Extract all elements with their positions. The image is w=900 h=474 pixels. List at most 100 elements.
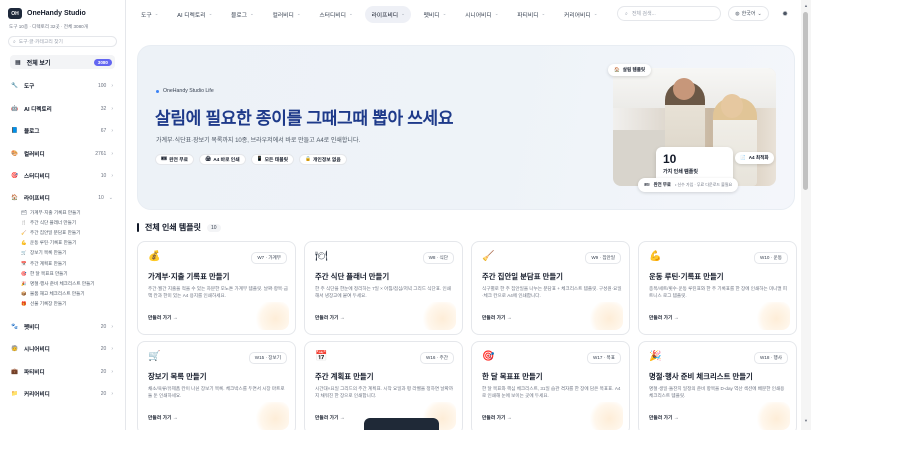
- card-title: 한 달 목표표 만들기: [482, 372, 543, 381]
- senior-icon: 🧓: [11, 346, 18, 353]
- chevron-down-icon: ⌄: [593, 11, 598, 16]
- sidebar-subitem[interactable]: 🛒 장보기 목록 만들기: [0, 248, 125, 258]
- card-tag: W7 · 가계부: [251, 252, 287, 264]
- chip-label: 완전 무료: [169, 158, 189, 163]
- chevron-right-icon: ›: [111, 83, 113, 90]
- sidebar-subitem[interactable]: 🗂 가계부·지출 기록표 만들기: [0, 208, 125, 218]
- scrollbar-thumb[interactable]: [803, 12, 808, 190]
- broom-icon: 🧹: [21, 229, 27, 235]
- nav-item-label: 도구: [141, 12, 152, 19]
- target-icon: 🎯: [482, 351, 495, 362]
- sidebar-subitem-label: 장보기 목록 만들기: [30, 250, 67, 256]
- printer-icon: 🖨: [205, 157, 212, 162]
- target-icon: 🎯: [11, 173, 18, 180]
- nav-item-life[interactable]: 라이프비디 ⌄: [365, 5, 411, 23]
- house-icon: 🏠: [11, 194, 18, 201]
- nav-item-label: 컬러비디: [272, 12, 294, 19]
- card-link[interactable]: 만들러 가기 →: [148, 314, 178, 321]
- card-tag: W18 · 행사: [754, 352, 788, 364]
- sidebar-item-ai-directory[interactable]: 🤖 AI 디렉토리 32 ›: [0, 98, 125, 121]
- sidebar-item-color[interactable]: 🎨 컬러비디 2761 ›: [0, 143, 125, 166]
- card-link[interactable]: 만들러 가기 →: [315, 414, 345, 421]
- language-select[interactable]: ◍ 한국어 ⌄: [728, 6, 769, 21]
- template-card[interactable]: 🎉 W18 · 행사 명절·행사 준비 체크리스트 만들기 명절·생일·돌잔치 …: [638, 341, 797, 435]
- nav-item-senior[interactable]: 시니어비디 ⌄: [459, 6, 504, 23]
- sidebar-subitem-label: 가계부·지출 기록표 만들기: [30, 209, 81, 215]
- global-search-input[interactable]: ⌕ 전체 검색...: [617, 6, 721, 21]
- sidebar-item-life[interactable]: 🏠 라이프비디 10 ⌄: [0, 188, 125, 208]
- sidebar-item-senior[interactable]: 🧓 시니어비디 20 ›: [0, 338, 125, 361]
- search-icon: ⌕: [13, 39, 16, 45]
- scroll-down-icon[interactable]: ▼: [804, 418, 808, 423]
- calendar-icon: 📅: [315, 351, 328, 362]
- gift-icon: 🎁: [21, 301, 27, 307]
- sidebar-item-count: 67: [100, 128, 107, 135]
- chevron-down-icon: ⌄: [541, 11, 546, 16]
- chip-print: 🖨 A4 바로 인쇄: [199, 154, 246, 165]
- sidebar-item-count: 20: [100, 346, 107, 353]
- card-link[interactable]: 만들러 가기 →: [649, 414, 679, 421]
- theme-toggle-sun-icon[interactable]: ✹: [778, 6, 792, 21]
- scrollbar[interactable]: ▲ ▼: [801, 0, 811, 430]
- sidebar-subitem[interactable]: 🍴 주간 식단 플래너 만들기: [0, 218, 125, 228]
- sidebar-subitem-label: 주간 계획표 만들기: [30, 260, 67, 266]
- nav-item-label: 커리어비디: [564, 12, 591, 19]
- card-tag: W15 · 장보기: [248, 352, 287, 364]
- target-icon: 🎯: [21, 270, 27, 276]
- section-bar: [137, 223, 139, 232]
- wrench-icon: 🔧: [11, 83, 18, 90]
- section-title: 전체 인쇄 템플릿 10: [137, 222, 221, 233]
- book-icon: 📘: [11, 128, 18, 135]
- language-label: 한국어: [741, 11, 756, 17]
- nav-item-pet[interactable]: 펫비디 ⌄: [418, 6, 453, 23]
- nav-item-party[interactable]: 파티비디 ⌄: [511, 6, 551, 23]
- sidebar-search-placeholder: 도구·글·카테고리 찾기: [18, 40, 63, 45]
- sidebar-subitem[interactable]: 📅 주간 계획표 만들기: [0, 258, 125, 268]
- nav-item-career[interactable]: 커리어비디 ⌄: [558, 6, 603, 23]
- briefcase-icon: 💼: [11, 368, 18, 375]
- nav-item-study[interactable]: 스터디비디 ⌄: [313, 6, 358, 23]
- chevron-down-icon: ⌄: [348, 11, 353, 16]
- scroll-up-icon[interactable]: ▲: [804, 3, 808, 8]
- nav-item-ai-directory[interactable]: AI 디렉토리 ⌄: [171, 6, 218, 23]
- chevron-down-icon: ⌄: [108, 194, 113, 201]
- ledger-icon: 🗂: [21, 209, 27, 215]
- badge-a4: 📄 A4 최적화: [735, 152, 774, 164]
- sidebar-subitem[interactable]: 🎯 한 달 목표표 만들기: [0, 269, 125, 279]
- sidebar-item-party[interactable]: 💼 파티비디 20 ›: [0, 360, 125, 383]
- sidebar-subitem[interactable]: 🎁 선물 기록장 만들기: [0, 299, 125, 309]
- card-link[interactable]: 만들러 가기 →: [315, 314, 345, 321]
- nav-item-label: 펫비디: [423, 12, 440, 19]
- card-link[interactable]: 만들러 가기 →: [649, 314, 679, 321]
- sidebar-subitem[interactable]: 💪 운동 루틴·기록표 만들기: [0, 238, 125, 248]
- card-description: 종목/세트/횟수·운동 루틴표와 한 주 기록표를 한 장에 인쇄하는 미니멀 …: [649, 286, 788, 298]
- sidebar-item-all[interactable]: ▦ 전체 보기 3080: [10, 55, 115, 69]
- card-link[interactable]: 만들러 가기 →: [482, 314, 512, 321]
- sidebar-item-tools[interactable]: 🔧 도구 100 ›: [0, 75, 125, 98]
- sidebar-item-study[interactable]: 🎯 스터디비디 10 ›: [0, 165, 125, 188]
- sidebar-subitem[interactable]: 📦 물품 재고 체크리스트 만들기: [0, 289, 125, 299]
- template-card[interactable]: 💪 W10 · 운동 운동 루틴·기록표 만들기 종목/세트/횟수·운동 루틴표…: [638, 241, 797, 335]
- card-link[interactable]: 만들러 가기 →: [482, 414, 512, 421]
- sidebar-search-input[interactable]: ⌕ 도구·글·카테고리 찾기: [8, 36, 117, 47]
- nav-item-color[interactable]: 컬러비디 ⌄: [267, 6, 307, 23]
- sidebar-item-pet[interactable]: 🐾 펫비디 20 ›: [0, 315, 125, 338]
- sidebar-item-career[interactable]: 📁 커리어비디 20 ›: [0, 383, 125, 406]
- nav-item-blog[interactable]: 블로그 ⌄: [225, 6, 260, 23]
- hero-chips: 🎟 완전 무료 🖨 A4 바로 인쇄 📱 모든 태블릿 🔒 개인정보 없음: [155, 154, 347, 165]
- sidebar-item-blog[interactable]: 📘 블로그 67 ›: [0, 120, 125, 143]
- template-card[interactable]: 🧹 W9 · 집안일 주간 집안일 분담표 만들기 식구별로 한 주 집안일을 …: [471, 241, 630, 335]
- hero-title: 살림에 필요한 종이를 그때그때 뽑아 쓰세요: [155, 109, 454, 128]
- template-card[interactable]: 🍽 W8 · 식단 주간 식단 플래너 만들기 한 주 식단을 한눈에 정리하는…: [304, 241, 463, 335]
- nav-item-tools[interactable]: 도구 ⌄: [135, 6, 164, 23]
- brand[interactable]: OH OneHandy Studio: [0, 0, 125, 22]
- template-card[interactable]: 🛒 W15 · 장보기 장보기 목록 만들기 채소/육류/유제품 칸이 나뉜 장…: [137, 341, 296, 435]
- chevron-down-icon: ⌄: [401, 11, 405, 16]
- sidebar: OH OneHandy Studio 도구 10종 · 디렉토리 32곳 · 전…: [0, 0, 126, 430]
- template-card[interactable]: 🎯 W17 · 목표 한 달 목표표 만들기 한 달 목표와 핵심 체크리스트,…: [471, 341, 630, 435]
- sidebar-subitem[interactable]: 🧹 주간 집안일 분담표 만들기: [0, 228, 125, 238]
- card-link[interactable]: 만들러 가기 →: [148, 414, 178, 421]
- template-card[interactable]: 💰 W7 · 가계부 가계부·지출 기록표 만들기 주간·월간 지출을 적을 수…: [137, 241, 296, 335]
- chip-free: 🎟 완전 무료: [155, 154, 195, 165]
- sidebar-subitem[interactable]: 🎉 명절·행사 준비 체크리스트 만들기: [0, 279, 125, 289]
